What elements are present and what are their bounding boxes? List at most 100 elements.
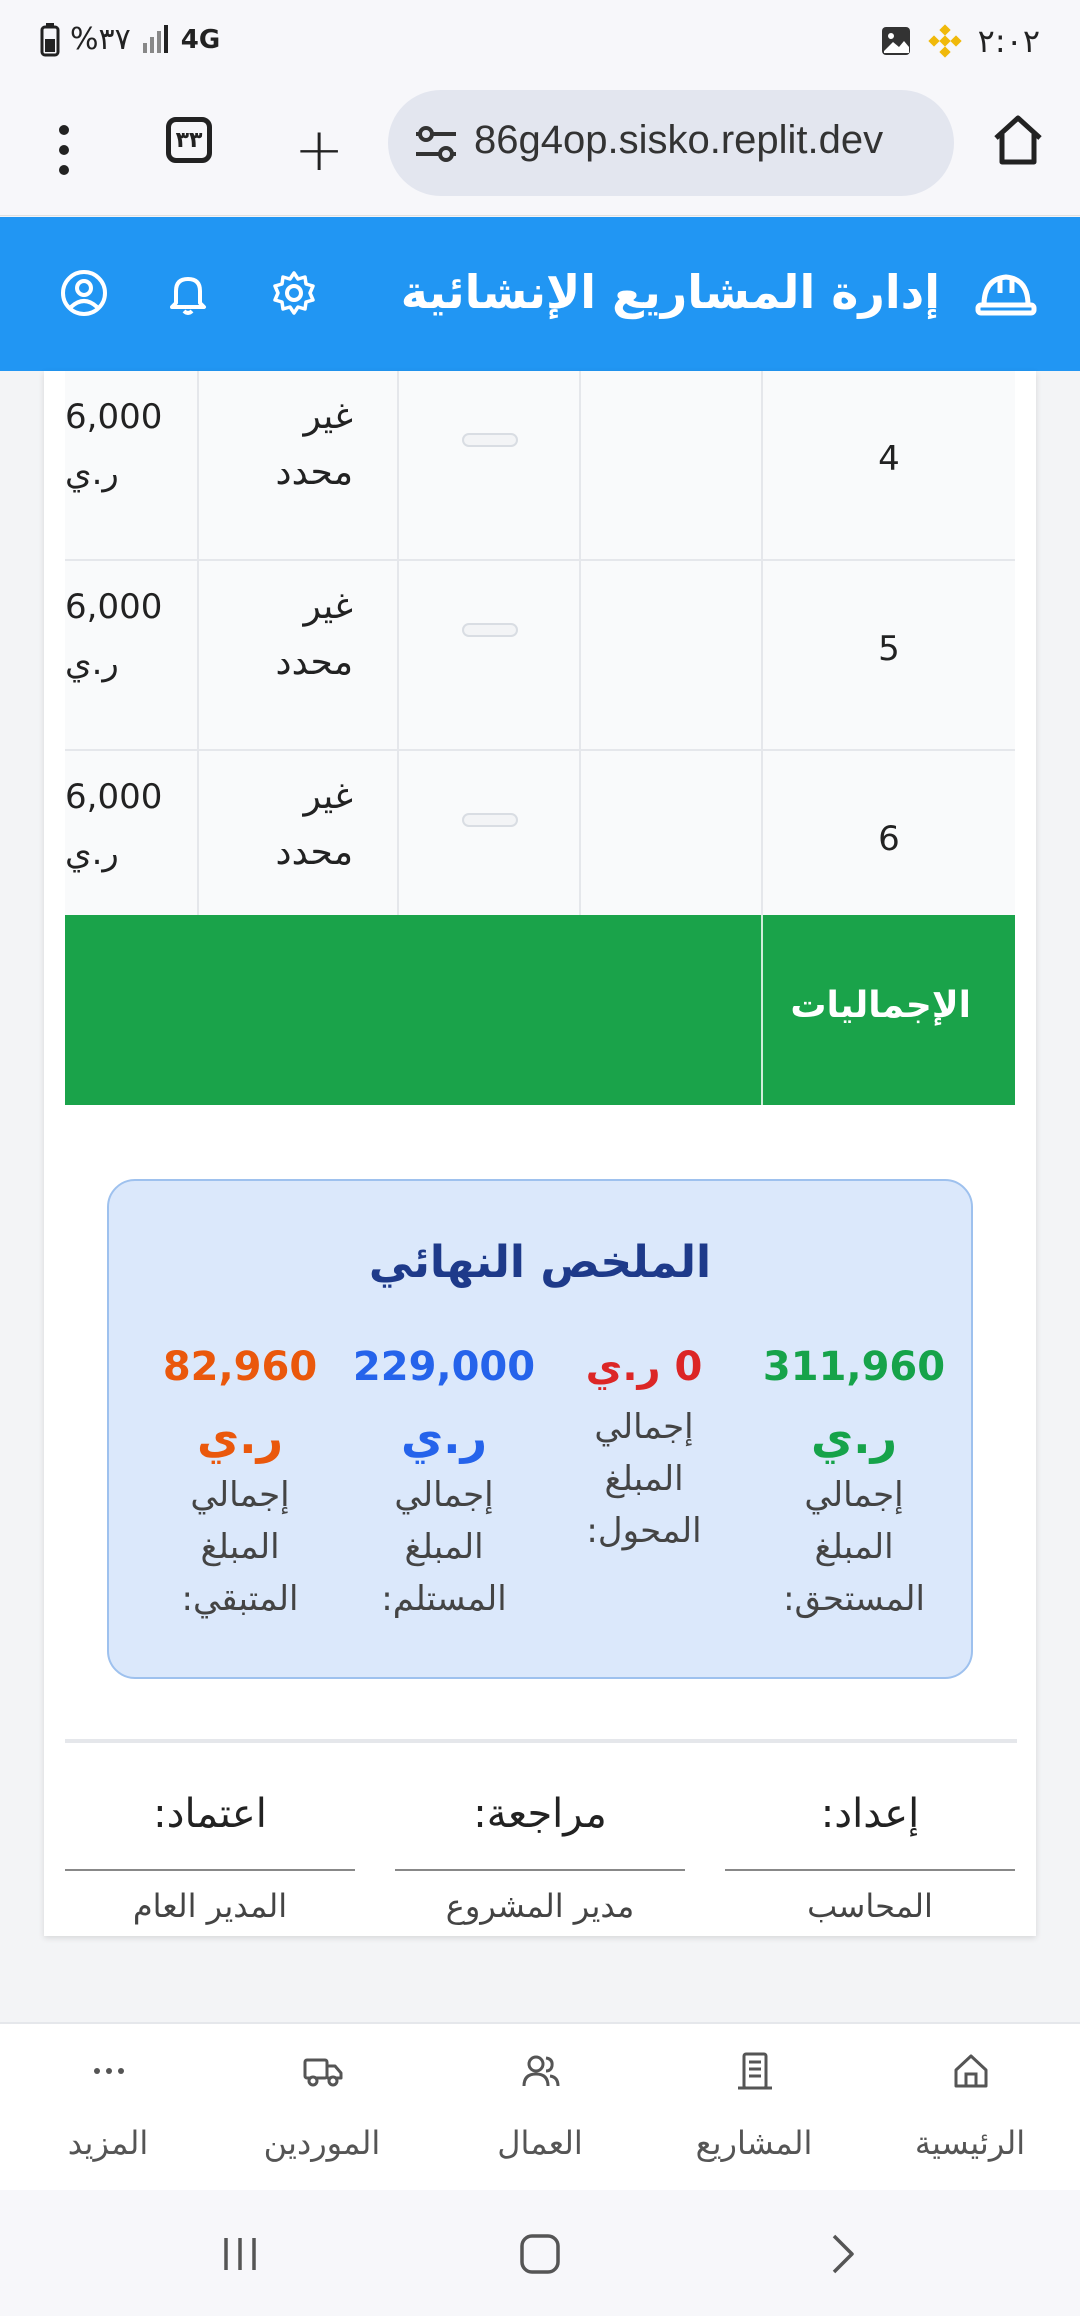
summary-item-due: 311,960 ر.ي إجمالي المبلغ المستحق:	[759, 1341, 949, 1625]
currency-label: ر.ي	[65, 643, 119, 683]
summary-label: المحول:	[586, 1511, 702, 1551]
site-settings-icon[interactable]	[412, 120, 460, 168]
row-number: 5	[878, 629, 900, 669]
empty-placeholder	[462, 813, 518, 827]
summary-label: المبلغ	[404, 1527, 484, 1567]
signature-name: المحاسب	[807, 1887, 933, 1925]
empty-placeholder	[462, 623, 518, 637]
status-text-2: محدد	[275, 832, 353, 873]
summary-label: إجمالي	[394, 1475, 494, 1515]
signature-reviewed: مراجعة: مدير المشروع	[395, 1791, 685, 1925]
summary-currency: ر.ي	[196, 1410, 284, 1464]
back-icon[interactable]	[818, 2230, 866, 2278]
nav-label: الموردين	[263, 2124, 381, 2162]
tab-switcher-button[interactable]: ٣٣	[166, 117, 212, 163]
user-account-icon[interactable]	[58, 267, 110, 319]
signal-icon	[142, 24, 168, 53]
amount-value: 6,000	[65, 397, 163, 437]
signature-name: المدير العام	[132, 1887, 288, 1925]
summary-item-transferred: 0 ر.ي إجمالي المبلغ المحول:	[549, 1341, 739, 1557]
final-summary-box: الملخص النهائي 311,960 ر.ي إجمالي المبلغ…	[107, 1179, 973, 1679]
nav-home[interactable]: الرئيسية	[870, 2024, 1070, 2192]
summary-label: إجمالي	[804, 1475, 904, 1515]
app-header: إدارة المشاريع الإنشائية	[0, 217, 1080, 371]
row-number: 6	[878, 819, 900, 859]
browser-toolbar: ٣٣ + 86g4op.sisko.replit.dev	[0, 84, 1080, 216]
summary-currency: ر.ي	[810, 1410, 898, 1464]
network-type: 4G	[180, 24, 221, 55]
gallery-icon	[881, 27, 910, 55]
nav-label: الرئيسية	[914, 2124, 1026, 2162]
divider	[65, 1739, 1017, 1743]
table-row: 6,000 ر.ي غير محدد 6	[65, 751, 1015, 941]
recent-apps-icon[interactable]	[216, 2230, 264, 2278]
signature-line	[65, 1869, 355, 1871]
users-icon	[522, 2055, 560, 2087]
table-row: 6,000 ر.ي غير محدد 4	[65, 371, 1015, 561]
nav-projects[interactable]: المشاريع	[654, 2024, 854, 2192]
summary-value: 311,960	[762, 1344, 946, 1390]
report-card: 6,000 ر.ي غير محدد 4 6,000 ر.ي غير محدد 5 6,…	[44, 371, 1036, 1936]
nav-label: المشاريع	[695, 2124, 813, 2162]
bottom-navigation: الرئيسية المشاريع العمال الموردين المزيد	[0, 2022, 1080, 2190]
totals-label: الإجماليات	[790, 985, 971, 1026]
nav-more[interactable]: المزيد	[8, 2024, 208, 2192]
signature-heading: مراجعة:	[473, 1791, 607, 1837]
nav-label: العمال	[497, 2124, 583, 2162]
hard-hat-icon	[975, 274, 1037, 316]
amount-value: 6,000	[65, 587, 163, 627]
url-text[interactable]: 86g4op.sisko.replit.dev	[474, 118, 934, 163]
signature-approved: اعتماد: المدير العام	[65, 1791, 355, 1925]
settings-gear-icon[interactable]	[268, 267, 320, 319]
truck-icon	[303, 2058, 343, 2087]
battery-icon	[40, 22, 60, 56]
empty-placeholder	[462, 433, 518, 447]
summary-value: 0 ر.ي	[585, 1344, 703, 1390]
summary-label: إجمالي	[190, 1475, 290, 1515]
status-text-2: محدد	[275, 452, 353, 493]
currency-label: ر.ي	[65, 453, 119, 493]
home-button-icon[interactable]	[516, 2230, 564, 2278]
amount-value: 6,000	[65, 777, 163, 817]
summary-label: إجمالي	[594, 1407, 694, 1447]
summary-item-remaining: 82,960 ر.ي إجمالي المبلغ المتبقي:	[145, 1341, 335, 1625]
signature-line	[395, 1869, 685, 1871]
more-horiz-icon	[94, 2068, 124, 2074]
totals-row: الإجماليات	[65, 915, 1015, 1105]
summary-currency: ر.ي	[400, 1410, 488, 1464]
currency-label: ر.ي	[65, 833, 119, 873]
nav-workers[interactable]: العمال	[440, 2024, 640, 2192]
nav-suppliers[interactable]: الموردين	[222, 2024, 422, 2192]
status-text-2: محدد	[275, 642, 353, 683]
summary-label: المبلغ	[604, 1459, 684, 1499]
nav-label: المزيد	[67, 2124, 149, 2162]
signature-line	[725, 1869, 1015, 1871]
signature-heading: اعتماد:	[153, 1791, 267, 1837]
building-icon	[738, 2052, 772, 2090]
status-text: غير	[303, 776, 353, 817]
summary-label: المستلم:	[381, 1579, 507, 1619]
clock: ٢:٠٢	[977, 22, 1040, 60]
status-text: غير	[303, 396, 353, 437]
home-icon	[954, 2054, 988, 2088]
system-navigation-bar	[0, 2190, 1080, 2316]
summary-value: 82,960	[162, 1344, 318, 1390]
notification-bell-icon[interactable]	[162, 267, 214, 319]
signature-heading: إعداد:	[820, 1791, 920, 1837]
battery-percent: %٣٧	[70, 22, 131, 57]
row-number: 4	[878, 439, 900, 479]
divider	[761, 915, 763, 1105]
summary-label: المبلغ	[814, 1527, 894, 1567]
address-bar[interactable]: 86g4op.sisko.replit.dev	[388, 90, 954, 196]
summary-item-received: 229,000 ر.ي إجمالي المبلغ المستلم:	[349, 1341, 539, 1625]
status-bar: %٣٧ 4G ٢:٠٢	[0, 0, 1080, 84]
signature-prepared: إعداد: المحاسب	[725, 1791, 1015, 1925]
home-icon[interactable]	[990, 112, 1046, 168]
summary-value: 229,000	[352, 1344, 536, 1390]
signature-name: مدير المشروع	[445, 1887, 635, 1925]
more-vert-icon[interactable]	[44, 118, 84, 182]
page-title: إدارة المشاريع الإنشائية	[400, 265, 940, 319]
table-row: 6,000 ر.ي غير محدد 5	[65, 561, 1015, 751]
new-tab-button[interactable]: +	[294, 120, 344, 180]
summary-label: المبلغ	[200, 1527, 280, 1567]
